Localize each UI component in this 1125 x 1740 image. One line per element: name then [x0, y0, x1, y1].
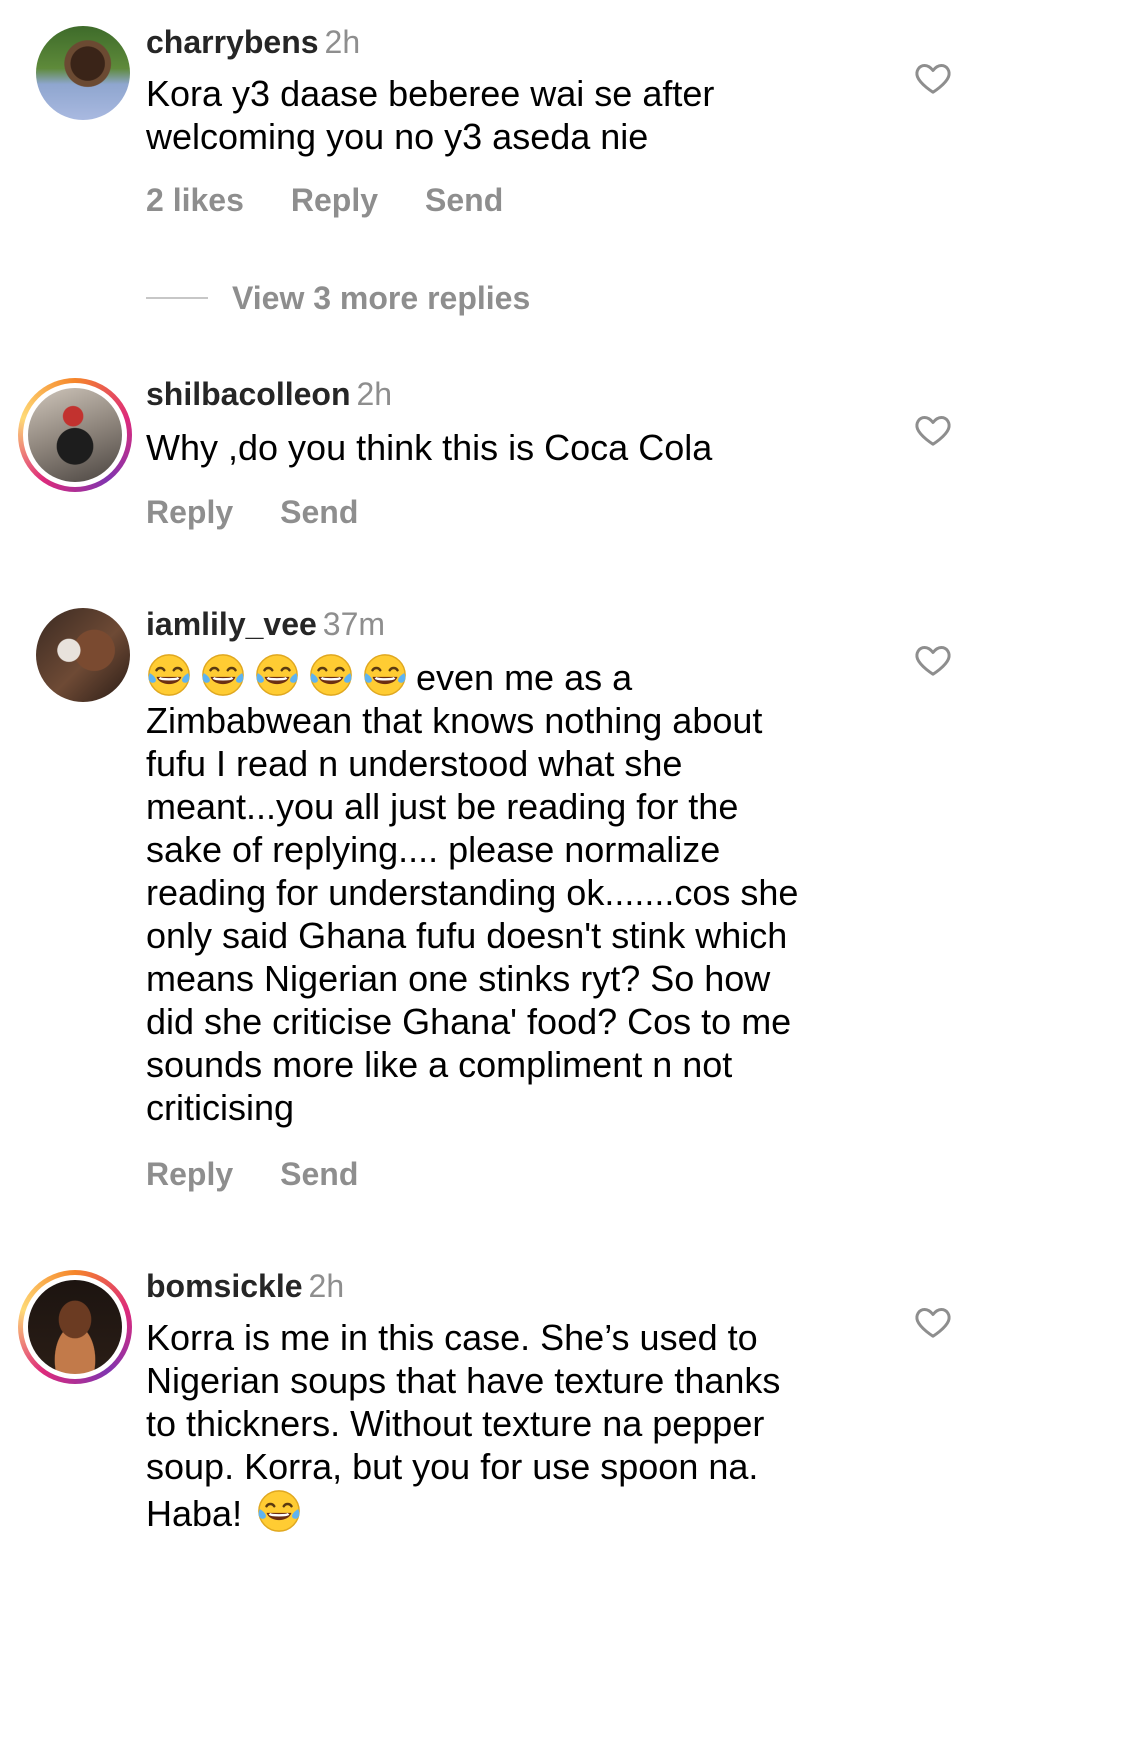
send-button[interactable]: Send [425, 180, 503, 220]
heart-icon[interactable] [913, 640, 953, 680]
send-button[interactable]: Send [280, 492, 358, 532]
username[interactable]: bomsickle [146, 1268, 303, 1304]
avatar-image [28, 1280, 122, 1374]
avatar-story-ring[interactable] [18, 378, 132, 492]
username[interactable]: shilbacolleon [146, 376, 350, 412]
timestamp: 2h [308, 1268, 345, 1304]
comment-text-lead: even me as a [416, 657, 633, 698]
face-with-tears-of-joy-icon [146, 652, 192, 698]
reply-button[interactable]: Reply [291, 180, 378, 220]
avatar-image [28, 388, 122, 482]
avatar-image [36, 608, 130, 702]
send-button[interactable]: Send [280, 1154, 358, 1194]
view-replies-label: View 3 more replies [232, 280, 531, 316]
comment-text-lead-line: even me as a [146, 652, 886, 699]
timestamp: 37m [322, 606, 386, 642]
face-with-tears-of-joy-icon [254, 652, 300, 698]
reply-button[interactable]: Reply [146, 492, 233, 532]
emoji-row [146, 654, 416, 698]
username[interactable]: charrybens [146, 24, 319, 60]
replies-divider [146, 297, 208, 299]
view-more-replies-button[interactable]: View 3 more replies [146, 278, 530, 318]
timestamp: 2h [356, 376, 393, 412]
comment-actions: Reply Send [146, 492, 358, 532]
comment-text-tail: Haba! [146, 1493, 243, 1534]
comment-text: Why ,do you think this is Coca Cola [146, 427, 713, 468]
username[interactable]: iamlily_vee [146, 606, 317, 642]
likes-count[interactable]: 2 likes [146, 180, 244, 220]
timestamp: 2h [324, 24, 361, 60]
avatar[interactable] [36, 26, 130, 120]
face-with-tears-of-joy-icon [308, 652, 354, 698]
face-with-tears-of-joy-icon [362, 652, 408, 698]
comments-feed: charrybens 2h Kora y3 daase beberee wai s… [0, 0, 1125, 1740]
face-with-tears-of-joy-icon [200, 652, 246, 698]
comment-text: Korra is me in this case. She’s used to … [146, 1317, 781, 1487]
reply-button[interactable]: Reply [146, 1154, 233, 1194]
face-with-tears-of-joy-icon [256, 1488, 302, 1534]
heart-icon[interactable] [913, 1302, 953, 1342]
comment-text: Kora y3 daase beberee wai se after welco… [146, 73, 715, 157]
avatar-image [36, 26, 130, 120]
comment-actions: Reply Send [146, 1154, 358, 1194]
comment-text-tail-line: Haba! [146, 1488, 886, 1535]
avatar-story-ring[interactable] [18, 1270, 132, 1384]
heart-icon[interactable] [913, 410, 953, 450]
comment-text: Zimbabwean that knows nothing about fufu… [146, 700, 799, 1128]
avatar[interactable] [36, 608, 130, 702]
comment-actions: 2 likes Reply Send [146, 180, 503, 220]
heart-icon[interactable] [913, 58, 953, 98]
